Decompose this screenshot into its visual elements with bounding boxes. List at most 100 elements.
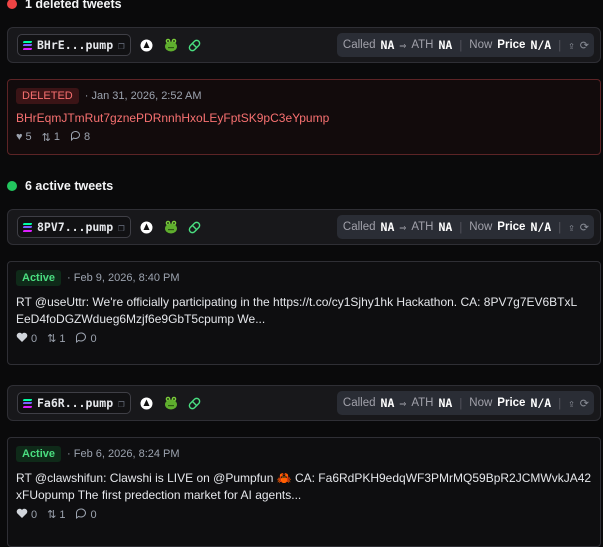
reply-icon xyxy=(75,507,87,522)
pill-icon[interactable] xyxy=(187,395,203,411)
active-section-title: 6 active tweets xyxy=(25,179,114,193)
called-value: NA xyxy=(380,396,395,410)
like-count: 0 xyxy=(31,508,38,521)
deleted-section-title: 1 deleted tweets xyxy=(25,0,122,11)
tweet-date: · Feb 6, 2026, 8:24 PM xyxy=(67,448,180,460)
like-icon xyxy=(16,332,28,346)
price-value: N/A xyxy=(530,38,552,52)
divider: | xyxy=(556,220,564,234)
copy-icon[interactable]: ❐ xyxy=(118,221,125,234)
deleted-status-dot xyxy=(7,0,17,9)
tweet-text-line: EeD4foDGZWdueg6Mzjf6e9GbT5cpump We... xyxy=(16,312,266,326)
pill-icon[interactable] xyxy=(187,219,203,235)
token-symbol: BHrE...pump xyxy=(37,38,114,52)
tweet-text-line: RT @clawshifun: Clawshi is LIVE on @Pump… xyxy=(16,471,592,485)
retweet-icon: ⇅ xyxy=(47,333,57,345)
reply-icon xyxy=(75,331,87,346)
solana-icon xyxy=(22,40,33,50)
called-label: Called xyxy=(342,39,376,51)
token-chip[interactable]: 8PV7...pump ❐ xyxy=(17,216,131,238)
price-label: Price xyxy=(497,39,526,51)
share-icon[interactable]: ⇪ xyxy=(568,397,575,410)
reply-count: 0 xyxy=(90,508,97,521)
called-value: NA xyxy=(380,38,395,52)
tweet-stats: 0 ⇅ 1 0 xyxy=(16,507,592,522)
frog-icon[interactable] xyxy=(163,395,179,411)
copy-icon[interactable]: ❐ xyxy=(118,397,125,410)
ath-label: ATH xyxy=(411,397,434,409)
arrow-icon: ⇒ xyxy=(399,220,407,234)
like-icon xyxy=(16,508,28,522)
pumpfun-icon[interactable] xyxy=(139,395,155,411)
ath-label: ATH xyxy=(411,39,434,51)
called-label: Called xyxy=(342,221,376,233)
retweet-icon: ⇅ xyxy=(47,509,57,521)
now-label: Now xyxy=(469,397,493,409)
pumpfun-icon[interactable] xyxy=(139,219,155,235)
deleted-badge: DELETED xyxy=(16,88,79,104)
reply-icon xyxy=(70,130,81,144)
token-bar: BHrE...pump ❐ Called NA ⇒ ATH NA | Now P… xyxy=(7,27,601,63)
arrow-icon: ⇒ xyxy=(399,38,407,52)
tweet-text: RT @useUttr: We're officially participat… xyxy=(16,294,592,328)
tweet-date: · Feb 9, 2026, 8:40 PM xyxy=(67,272,180,284)
pill-icon[interactable] xyxy=(187,37,203,53)
price-stats: Called NA ⇒ ATH NA | Now Price N/A | ⇪ ⟳ xyxy=(336,391,594,415)
ath-value: NA xyxy=(438,220,453,234)
deleted-tweet-card: DELETED · Jan 31, 2026, 2:52 AM BHrEqmJT… xyxy=(7,79,601,155)
token-chip[interactable]: Fa6R...pump ❐ xyxy=(17,392,131,414)
retweet-count: 1 xyxy=(59,508,66,521)
arrow-icon: ⇒ xyxy=(399,396,407,410)
called-label: Called xyxy=(342,397,376,409)
tweet-stats: 0 ⇅ 1 0 xyxy=(16,331,592,346)
retweet-count: 1 xyxy=(53,131,60,143)
frog-icon[interactable] xyxy=(163,37,179,53)
token-bar: 8PV7...pump ❐ Called NA ⇒ ATH NA | Now P… xyxy=(7,209,601,245)
ath-value: NA xyxy=(438,38,453,52)
refresh-icon[interactable]: ⟳ xyxy=(580,397,589,410)
price-label: Price xyxy=(497,221,526,233)
share-icon[interactable]: ⇪ xyxy=(568,221,575,234)
ath-value: NA xyxy=(438,396,453,410)
active-badge: Active xyxy=(16,270,62,286)
tweet-text: RT @clawshifun: Clawshi is LIVE on @Pump… xyxy=(16,470,592,504)
divider: | xyxy=(457,220,465,234)
price-stats: Called NA ⇒ ATH NA | Now Price N/A | ⇪ ⟳ xyxy=(336,215,594,239)
copy-icon[interactable]: ❐ xyxy=(118,39,125,52)
divider: | xyxy=(556,396,564,410)
reply-count: 0 xyxy=(90,332,97,345)
tweet-date: · Jan 31, 2026, 2:52 AM xyxy=(84,90,202,102)
like-icon: ♥ xyxy=(16,131,23,143)
reply-count: 8 xyxy=(84,131,91,143)
ath-label: ATH xyxy=(411,221,434,233)
pumpfun-icon[interactable] xyxy=(139,37,155,53)
now-label: Now xyxy=(469,39,493,51)
refresh-icon[interactable]: ⟳ xyxy=(580,39,589,52)
tweet-text-line: RT @useUttr: We're officially participat… xyxy=(16,295,578,309)
tweet-text-line: xFUopump The first predection market for… xyxy=(16,488,302,502)
price-value: N/A xyxy=(530,396,552,410)
retweet-icon: ⇅ xyxy=(41,131,51,144)
token-chip[interactable]: BHrE...pump ❐ xyxy=(17,34,131,56)
active-tweet-card: Active · Feb 9, 2026, 8:40 PM RT @useUtt… xyxy=(7,261,601,365)
frog-icon[interactable] xyxy=(163,219,179,235)
refresh-icon[interactable]: ⟳ xyxy=(580,221,589,234)
tweet-stats: ♥ 5 ⇅ 1 8 xyxy=(16,130,592,144)
solana-icon xyxy=(22,398,33,408)
divider: | xyxy=(457,38,465,52)
divider: | xyxy=(556,38,564,52)
price-label: Price xyxy=(497,397,526,409)
called-value: NA xyxy=(380,220,395,234)
price-stats: Called NA ⇒ ATH NA | Now Price N/A | ⇪ ⟳ xyxy=(336,33,594,57)
active-section-header: 6 active tweets xyxy=(7,179,113,193)
deleted-section-header: 1 deleted tweets xyxy=(7,0,122,11)
share-icon[interactable]: ⇪ xyxy=(568,39,575,52)
price-value: N/A xyxy=(530,220,552,234)
retweet-count: 1 xyxy=(59,332,66,345)
now-label: Now xyxy=(469,221,493,233)
token-symbol: 8PV7...pump xyxy=(37,220,114,234)
token-bar: Fa6R...pump ❐ Called NA ⇒ ATH NA | Now P… xyxy=(7,385,601,421)
token-symbol: Fa6R...pump xyxy=(37,396,114,410)
divider: | xyxy=(457,396,465,410)
active-badge: Active xyxy=(16,446,62,462)
